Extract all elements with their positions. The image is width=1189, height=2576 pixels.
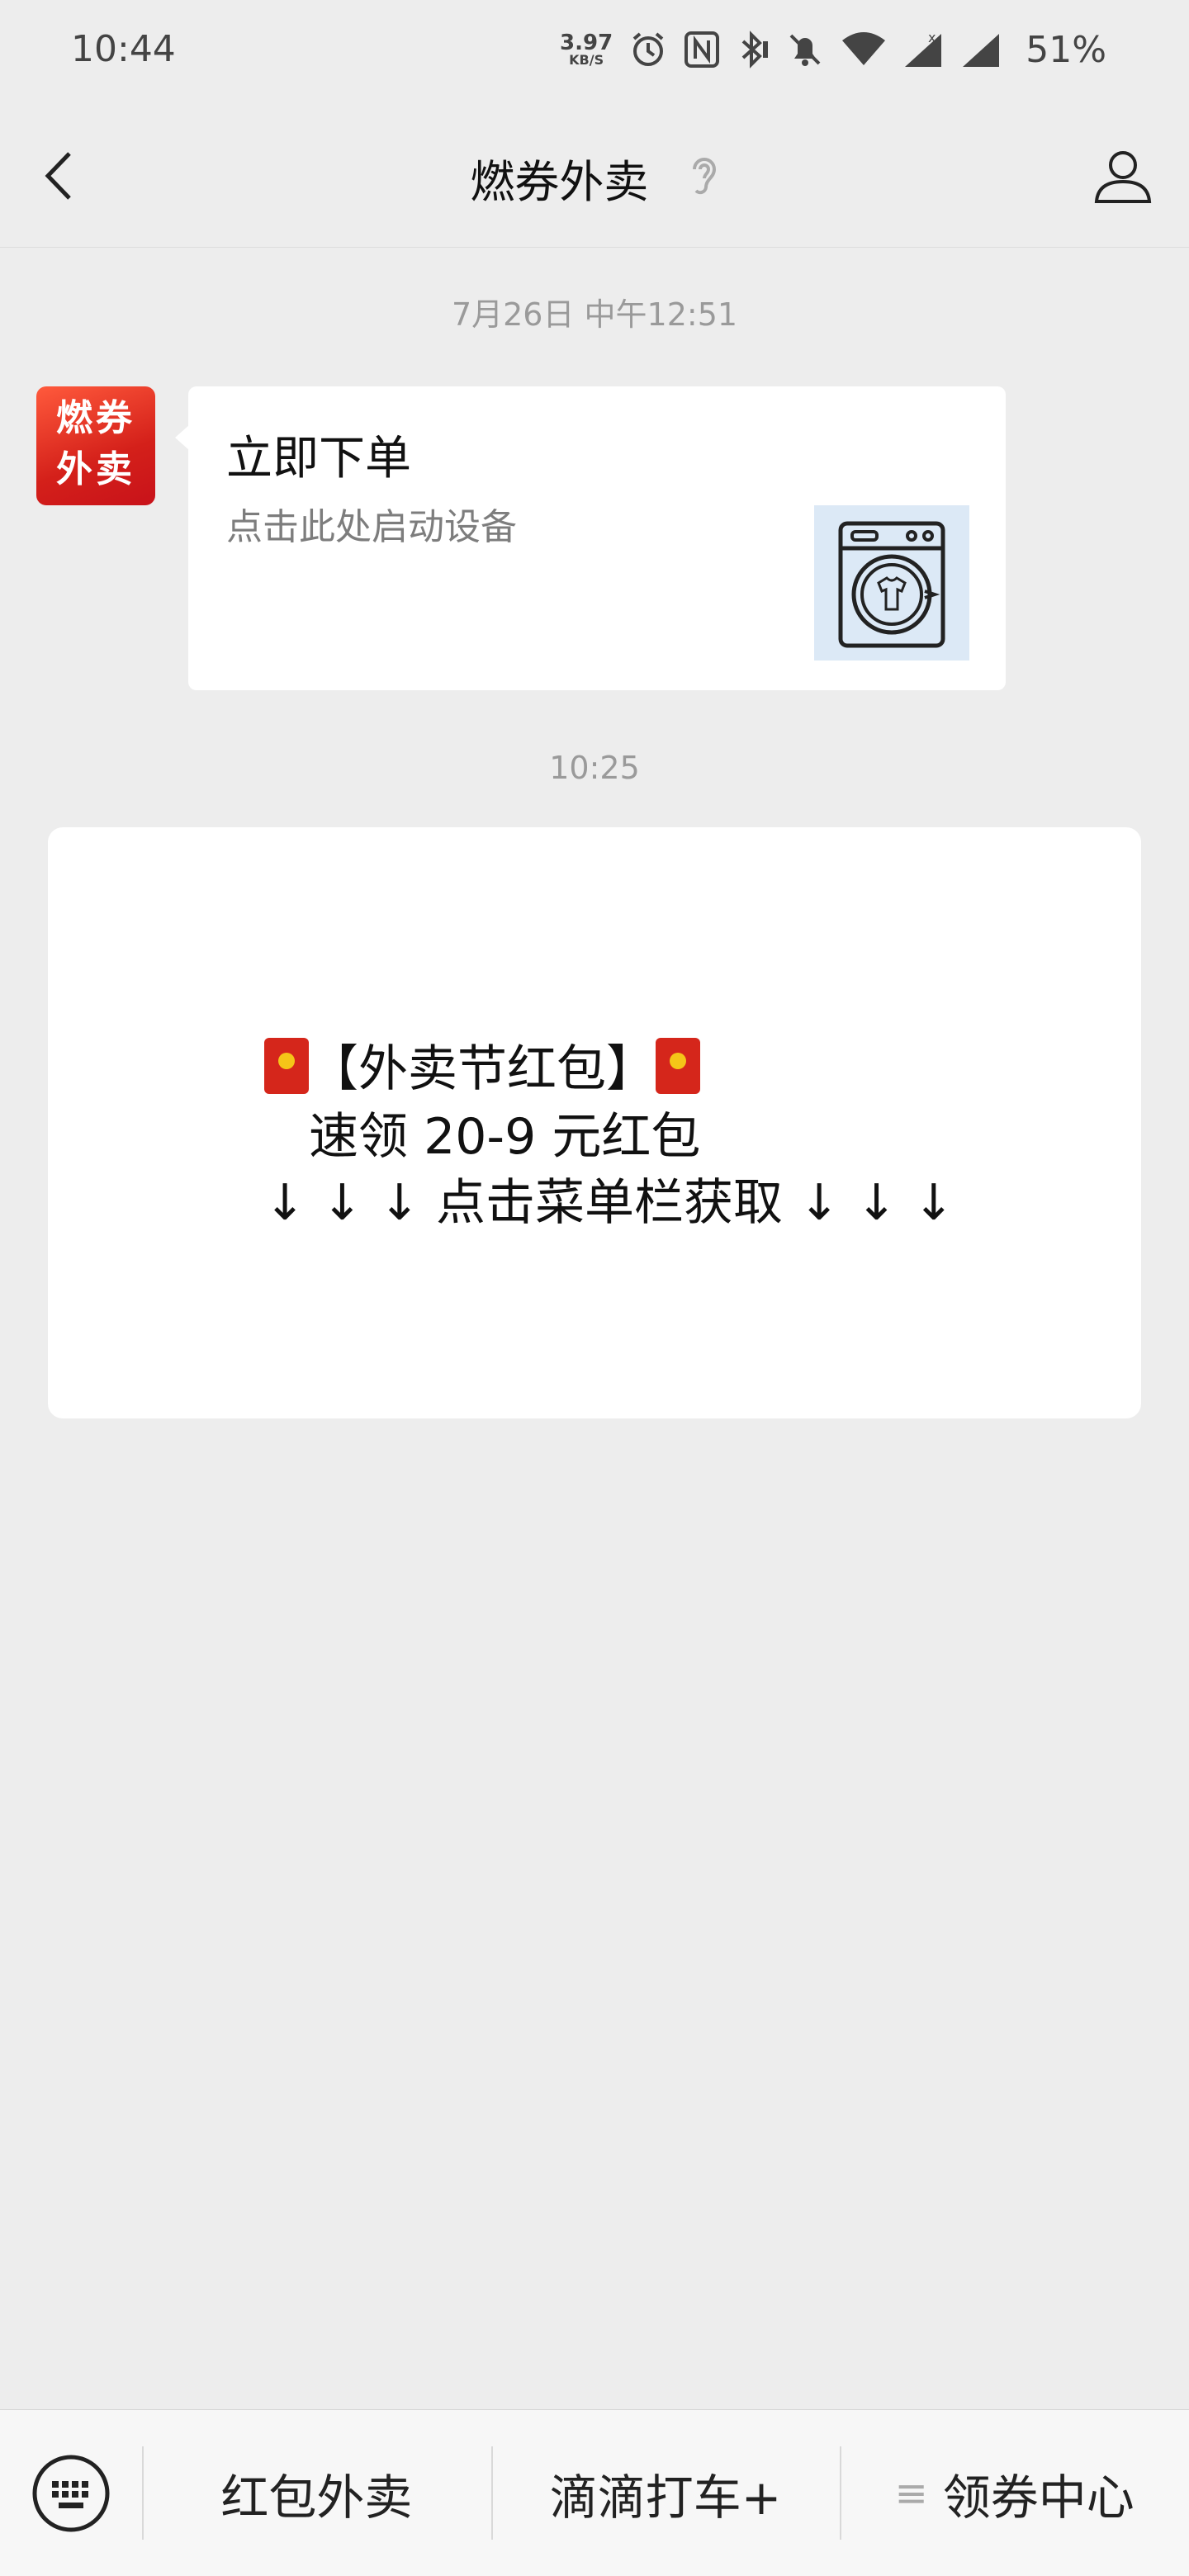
net-speed: 3.97 KB/S [560, 32, 613, 67]
red-envelope-icon [656, 1038, 700, 1094]
avatar[interactable]: 燃券 外卖 [36, 386, 155, 505]
page-title-wrap: 燃券外卖 [0, 145, 1189, 211]
bluetooth-icon [737, 30, 770, 69]
mute-icon [786, 31, 824, 69]
page-title: 燃券外卖 [470, 156, 649, 208]
submenu-icon: ≡ [894, 2469, 928, 2517]
status-icons: 3.97 KB/S x 51% [560, 25, 1106, 74]
promo-line-1: 【外卖节红包】 [264, 1029, 700, 1101]
promo-message[interactable]: 【外卖节红包】 速领 20-9 元红包 ↓ ↓ ↓ 点击菜单栏获取 ↓ ↓ ↓ [48, 827, 1141, 1418]
menu-item-label: 领券中心 [942, 2469, 1135, 2526]
washing-machine-icon [814, 505, 969, 661]
ear-icon [686, 149, 719, 206]
menu-item-didi[interactable]: 滴滴打车+ [490, 2410, 841, 2576]
message-timestamp: 7月26日 中午12:51 [451, 296, 738, 333]
card-title: 立即下单 [226, 432, 411, 485]
svg-text:x: x [928, 31, 936, 45]
promo-line-3: ↓ ↓ ↓ 点击菜单栏获取 ↓ ↓ ↓ [264, 1174, 955, 1232]
app-card-message[interactable]: 立即下单 点击此处启动设备 [175, 386, 1006, 690]
promo-heading: 【外卖节红包】 [309, 1040, 656, 1098]
battery-level: 51% [1026, 28, 1106, 71]
alarm-icon [629, 31, 667, 69]
avatar-text: 燃券 外卖 [45, 393, 147, 495]
menu-item-label: 滴滴打车+ [549, 2469, 782, 2526]
signal-icon: x [903, 31, 945, 69]
signal-icon-2 [961, 31, 1002, 69]
message-timestamp-2: 10:25 [549, 750, 640, 786]
avatar-text-line-1: 燃券 [56, 397, 135, 439]
status-time: 10:44 [71, 28, 176, 70]
card-subtitle: 点击此处启动设备 [226, 506, 517, 548]
net-speed-value: 3.97 [560, 31, 613, 55]
nfc-icon [684, 31, 720, 69]
promo-line-2: 速领 20-9 元红包 [309, 1108, 701, 1166]
menu-item-label: 红包外卖 [220, 2469, 413, 2526]
avatar-text-line-2: 外卖 [56, 448, 135, 490]
profile-icon [1094, 151, 1152, 203]
menu-item-red-packet-takeout[interactable]: 红包外卖 [142, 2410, 491, 2576]
profile-button[interactable] [1090, 142, 1156, 208]
chat-header: 燃券外卖 [0, 104, 1189, 248]
menu-item-coupon-center[interactable]: ≡ 领券中心 [840, 2410, 1189, 2576]
net-speed-unit: KB/S [569, 52, 604, 68]
wifi-icon [841, 31, 887, 69]
keyboard-toggle-button[interactable] [0, 2410, 142, 2576]
status-bar: 10:44 3.97 KB/S x 51% [0, 0, 1189, 104]
red-envelope-icon [264, 1038, 309, 1094]
keyboard-icon [32, 2455, 110, 2531]
bottom-menu: 红包外卖 滴滴打车+ ≡ 领券中心 [0, 2409, 1189, 2576]
